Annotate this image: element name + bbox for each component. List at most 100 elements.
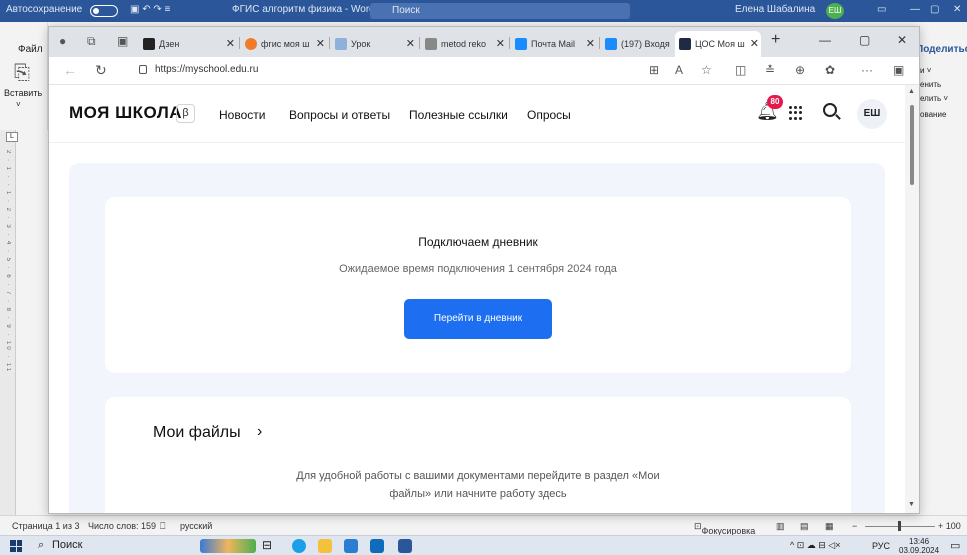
tab-label: ЦОС Моя ш — [695, 39, 745, 49]
tab-separator — [239, 37, 240, 49]
word-user-name[interactable]: Елена Шабалина — [735, 4, 815, 15]
page-scrollbar[interactable]: ▲ ▼ — [905, 85, 919, 513]
nav-faq[interactable]: Вопросы и ответы — [289, 108, 390, 122]
word-count[interactable]: Число слов: 159 — [88, 521, 156, 531]
nav-polls[interactable]: Опросы — [527, 108, 571, 122]
tab-urok[interactable]: Урок ✕ — [331, 31, 417, 57]
tab-label: Почта Mail — [531, 39, 575, 49]
maximize-icon[interactable]: ▢ — [859, 33, 870, 47]
clock-date: 03.09.2024 — [899, 546, 940, 555]
word-close-icon[interactable]: ✕ — [953, 4, 961, 15]
profile-icon[interactable]: ● — [59, 34, 66, 48]
search-icon[interactable] — [823, 103, 837, 117]
print-layout-icon[interactable]: ▤ — [800, 521, 809, 532]
ribbon-item-2[interactable]: енить — [920, 80, 941, 89]
app-icon[interactable]: ⊞ — [649, 63, 659, 77]
share-button[interactable]: Поделиться — [916, 44, 967, 55]
save-icon[interactable]: ▣ ↶ ↷ ≡ — [130, 4, 170, 15]
favorite-icon[interactable]: ☆ — [701, 63, 712, 77]
proofing-icon[interactable]: ⎕ — [160, 521, 165, 532]
scroll-thumb[interactable] — [910, 105, 914, 185]
scroll-down-icon[interactable]: ▼ — [908, 501, 915, 508]
tab-myschool[interactable]: ЦОС Моя ш ✕ — [675, 31, 761, 57]
word-user-avatar[interactable]: ЕШ — [826, 3, 844, 19]
clock[interactable]: 13:46 03.09.2024 — [899, 537, 939, 555]
tab-fgis[interactable]: фгис моя ш ✕ — [241, 31, 327, 57]
nav-useful-links[interactable]: Полезные ссылки — [409, 108, 508, 122]
focus-button[interactable]: ⊡ Фокусировка — [694, 521, 755, 536]
taskbar-search-icon[interactable]: ⌕ — [38, 539, 44, 552]
web-layout-icon[interactable]: ▦ — [825, 521, 834, 532]
ribbon-display-icon[interactable]: ▭ — [877, 4, 886, 15]
close-icon[interactable]: ✕ — [750, 31, 759, 57]
paste-icon[interactable]: ⎘ — [14, 62, 30, 85]
url-field[interactable]: https://myschool.edu.ru — [155, 64, 258, 75]
close-icon[interactable]: ✕ — [406, 31, 415, 57]
collections-btn-icon[interactable]: ⊕ — [795, 63, 805, 77]
file-tab[interactable]: Файл — [18, 44, 43, 55]
word-maximize-icon[interactable]: ▢ — [930, 4, 939, 15]
zoom-level[interactable]: + 100 — [938, 521, 961, 531]
paste-dropdown-icon[interactable]: ˅ — [16, 100, 21, 109]
close-icon[interactable]: ✕ — [586, 31, 595, 57]
split-screen-icon[interactable]: ◫ — [735, 63, 746, 77]
language-label[interactable]: русский — [180, 521, 212, 531]
ribbon-item-1[interactable]: и ˅ — [920, 66, 931, 75]
site-logo[interactable]: МОЯ ШКОЛА — [69, 103, 182, 123]
user-avatar[interactable]: ЕШ — [857, 99, 887, 129]
read-mode-icon[interactable]: ▥ — [776, 521, 785, 532]
more-icon[interactable]: ··· — [861, 63, 873, 77]
store-icon[interactable] — [344, 539, 358, 553]
explorer-icon[interactable] — [318, 539, 332, 553]
open-diary-button[interactable]: Перейти в дневник — [404, 299, 552, 339]
edge-icon[interactable] — [292, 539, 306, 553]
chevron-right-icon[interactable]: › — [257, 423, 262, 441]
tab-mail[interactable]: Почта Mail ✕ — [511, 31, 597, 57]
tray-icons[interactable]: ^ ⊡ ☁ ⊟ ◁× — [790, 540, 840, 551]
notifications-icon[interactable]: ▭ — [950, 539, 960, 552]
refresh-icon[interactable]: ↻ — [95, 62, 107, 79]
widgets-icon[interactable] — [200, 539, 256, 553]
sidebar-icon[interactable]: ▣ — [893, 63, 904, 77]
ribbon-item-3[interactable]: елить ˅ — [920, 94, 948, 103]
tab-label: фгис моя ш — [261, 39, 310, 49]
task-view-icon[interactable]: ⊟ — [262, 538, 272, 552]
tab-stop-selector[interactable]: L — [6, 132, 18, 142]
start-icon[interactable] — [10, 540, 22, 552]
collections-icon[interactable]: ⧉ — [87, 34, 96, 49]
notifications-button[interactable]: 🔔︎ 80 — [756, 95, 783, 123]
clock-time: 13:46 — [909, 537, 930, 546]
word-minimize-icon[interactable]: — — [910, 4, 920, 15]
lock-icon[interactable] — [139, 65, 147, 74]
ribbon-item-4[interactable]: ование — [920, 110, 946, 119]
back-icon[interactable]: ← — [63, 62, 77, 78]
diary-subtitle: Ожидаемое время подключения 1 сентября 2… — [339, 263, 617, 275]
new-tab-icon[interactable]: + — [771, 31, 780, 49]
paste-label[interactable]: Вставить — [4, 88, 42, 98]
input-language[interactable]: РУС — [872, 541, 890, 551]
extension-icon[interactable]: ✿ — [825, 63, 835, 77]
yandex-icon — [245, 38, 257, 50]
tab-metod[interactable]: metod reko ✕ — [421, 31, 507, 57]
favorites-icon[interactable]: ≛ — [765, 63, 775, 77]
minimize-icon[interactable]: — — [819, 33, 831, 47]
close-icon[interactable]: ✕ — [496, 31, 505, 57]
autosave-toggle[interactable] — [90, 5, 118, 17]
tab-dzen[interactable]: Дзен ✕ — [139, 31, 237, 57]
word-taskbar-icon[interactable] — [398, 539, 412, 553]
tab-actions-icon[interactable]: ▣ — [117, 34, 128, 48]
mail-icon[interactable] — [370, 539, 384, 553]
close-icon[interactable]: ✕ — [316, 31, 325, 57]
close-icon[interactable]: ✕ — [226, 31, 235, 57]
page-count[interactable]: Страница 1 из 3 — [12, 521, 79, 531]
my-files-title[interactable]: Мои файлы — [153, 424, 241, 442]
apps-grid-icon[interactable] — [789, 106, 803, 120]
nav-news[interactable]: Новости — [219, 108, 265, 122]
read-aloud-icon[interactable]: A — [675, 63, 683, 77]
word-search-box[interactable]: Поиск — [370, 3, 630, 19]
zoom-out-icon[interactable]: − — [852, 521, 857, 531]
taskbar-search-label[interactable]: Поиск — [52, 539, 82, 551]
close-window-icon[interactable]: ✕ — [897, 33, 907, 47]
zoom-slider-thumb[interactable] — [898, 521, 901, 531]
scroll-up-icon[interactable]: ▲ — [908, 88, 915, 95]
